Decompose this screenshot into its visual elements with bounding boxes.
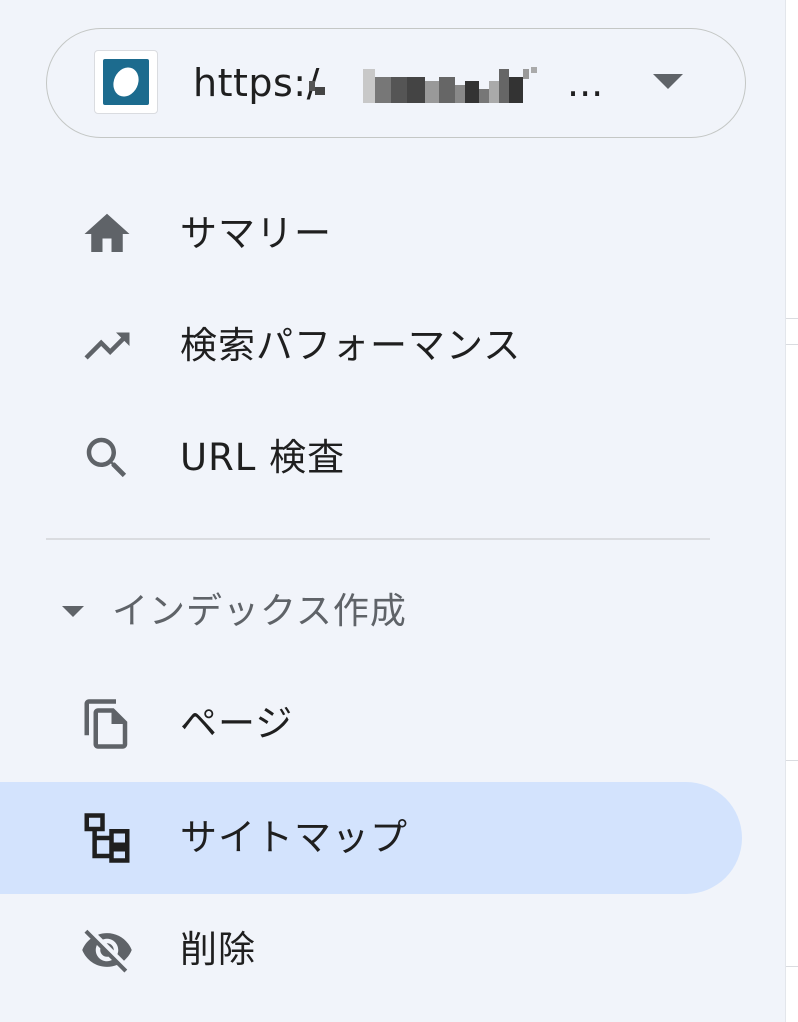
url-ellipsis: ... [567, 61, 604, 105]
arrow-drop-down-icon [62, 606, 84, 617]
site-favicon [94, 50, 158, 114]
nav-item-label: 削除 [180, 928, 256, 971]
search-icon [86, 437, 127, 478]
sitemap-icon [84, 813, 130, 863]
redacted-url-text [309, 67, 537, 103]
sidebar: https:/ ... サマリー 検索パフォーマンス URL 検査 インデックス… [0, 0, 785, 1022]
section-header-indexing[interactable]: インデックス作成 [0, 576, 742, 648]
divider [46, 538, 710, 540]
divider [786, 760, 798, 761]
site-url: https:/ [193, 61, 320, 105]
nav-item-search-performance[interactable]: 検索パフォーマンス [0, 290, 742, 402]
nav-item-label: URL 検査 [180, 436, 346, 479]
nav-item-sitemaps[interactable]: サイトマップ [0, 782, 742, 894]
visibility-off-icon [82, 929, 132, 973]
pages-icon [84, 699, 128, 749]
section-label: インデックス作成 [112, 591, 407, 632]
nav-item-removals[interactable]: 削除 [0, 894, 742, 1006]
nav-item-summary[interactable]: サマリー [0, 178, 742, 290]
main-content-edge [785, 0, 798, 1022]
nav-item-label: サイトマップ [180, 816, 408, 859]
nav-item-label: ページ [180, 702, 294, 745]
divider [786, 344, 798, 345]
chevron-down-icon [653, 74, 683, 89]
nav-item-pages[interactable]: ページ [0, 668, 742, 780]
home-icon [84, 213, 130, 252]
nav-item-label: サマリー [180, 212, 332, 255]
trending-up-icon [84, 332, 130, 360]
property-selector[interactable]: https:/ ... [46, 28, 746, 138]
divider [786, 318, 798, 319]
nav-item-label: 検索パフォーマンス [180, 324, 522, 367]
divider [786, 966, 798, 967]
nav-item-url-inspection[interactable]: URL 検査 [0, 402, 742, 514]
